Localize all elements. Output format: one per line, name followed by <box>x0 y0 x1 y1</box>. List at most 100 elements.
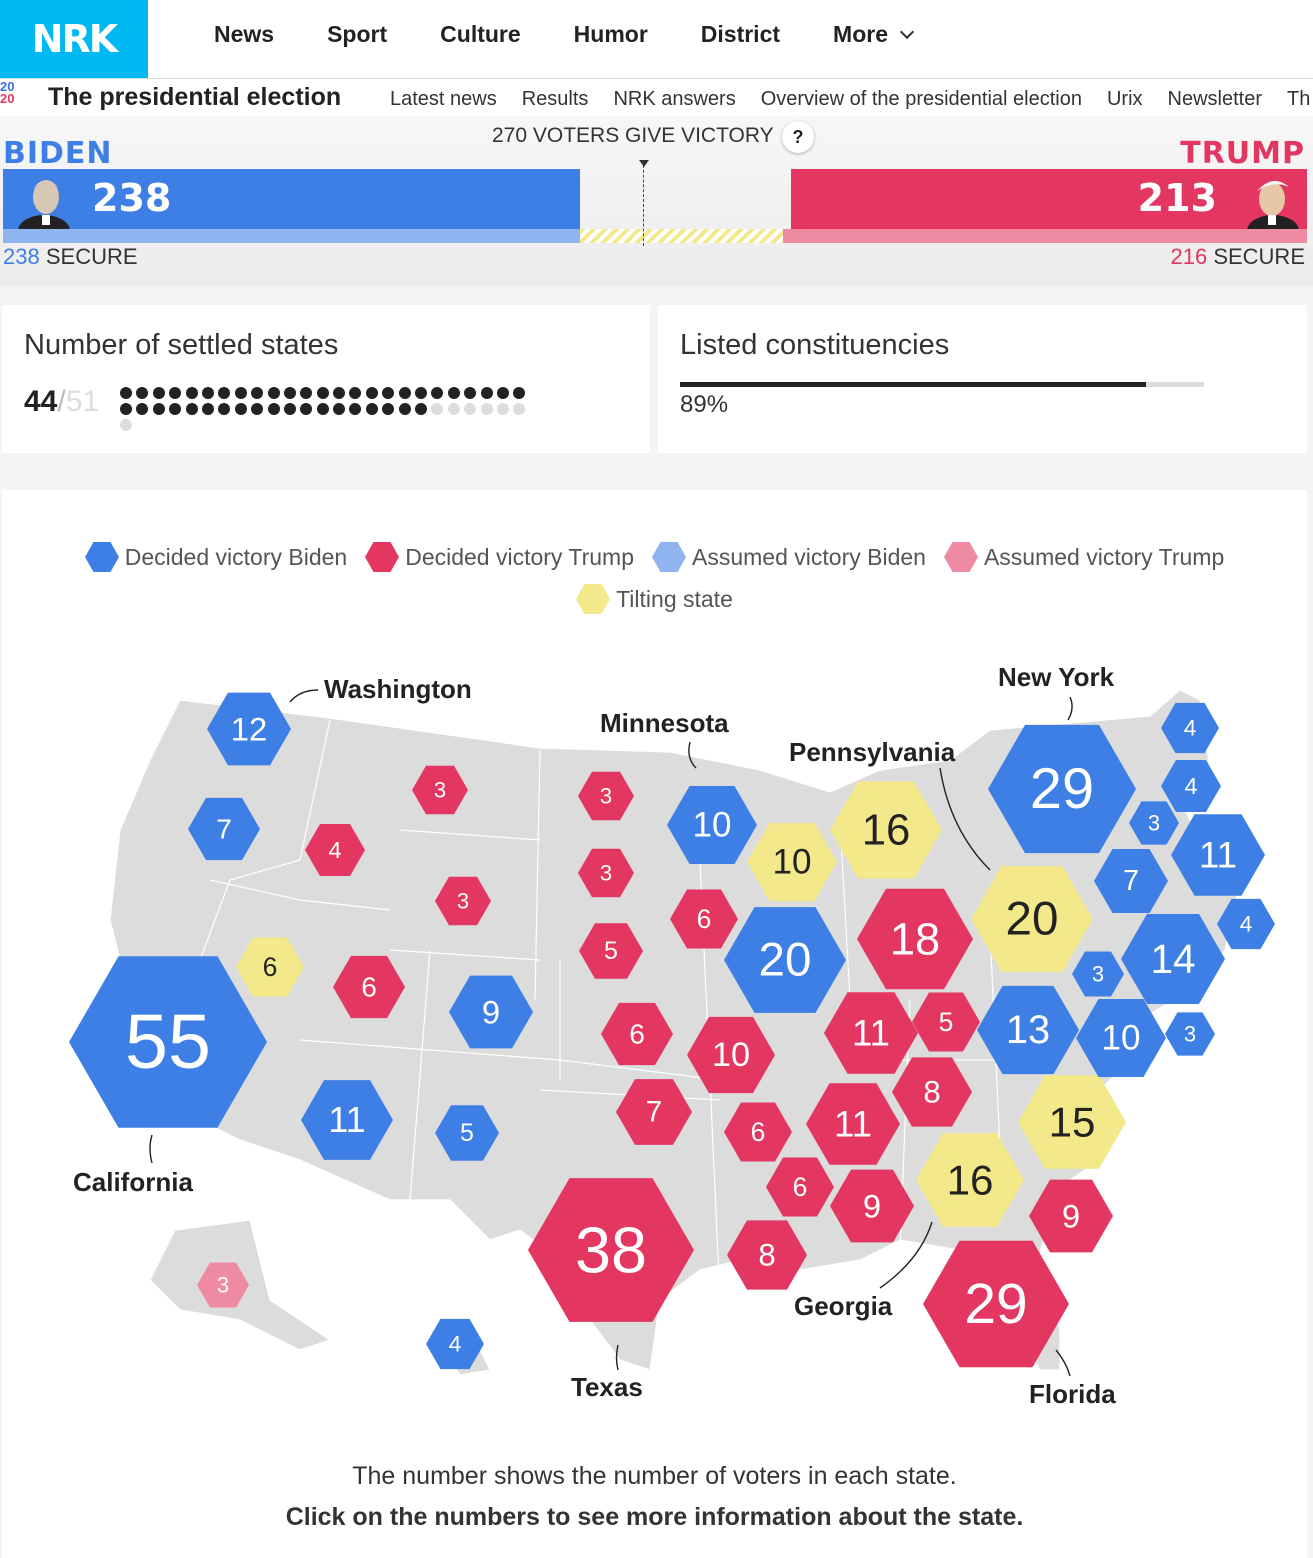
nav-district[interactable]: District <box>701 21 780 48</box>
settled-state-dot <box>300 403 313 415</box>
nav-culture[interactable]: Culture <box>440 21 521 48</box>
state-name-label: Pennsylvania <box>789 737 956 767</box>
settled-state-dot <box>218 387 231 399</box>
settled-state-dot <box>365 387 378 399</box>
state-name-label: New York <box>998 662 1115 692</box>
settled-state-dot <box>316 403 329 415</box>
undecided-stripe <box>579 229 784 243</box>
state-votes-label: 10 <box>692 806 731 845</box>
state-votes-label: 4 <box>1240 912 1253 937</box>
nrk-logo[interactable]: NRK <box>0 0 148 78</box>
state-votes-label: 10 <box>772 843 811 882</box>
state-votes-label: 3 <box>1184 1022 1196 1047</box>
settled-states-card: Number of settled states 44/51 <box>2 305 650 453</box>
state-votes-label: 4 <box>1184 773 1197 799</box>
state-votes-label: 12 <box>231 711 267 748</box>
settled-state-dot <box>464 387 477 399</box>
trump-name: TRUMP <box>1180 136 1305 171</box>
state-votes-label: 11 <box>328 1100 365 1140</box>
settled-states-dots <box>120 387 540 431</box>
settled-state-dot <box>283 387 296 399</box>
settled-state-dot <box>120 419 132 431</box>
biden-votes-bar <box>3 169 580 229</box>
state-name-label: Washington <box>324 674 472 704</box>
biden-portrait <box>14 169 74 229</box>
subnav-results[interactable]: Results <box>522 88 589 111</box>
state-name-label: Minnesota <box>600 708 729 738</box>
settled-state-dot <box>234 403 247 415</box>
settled-state-dot <box>185 403 198 415</box>
state-votes-label: 18 <box>890 914 940 965</box>
nav-more-button[interactable]: More <box>833 20 915 48</box>
trump-secure-bar <box>783 229 1307 243</box>
state-hexagon[interactable]: 3 <box>1165 1012 1215 1056</box>
settled-state-dot <box>251 387 264 399</box>
settled-state-dot <box>300 387 313 399</box>
settled-state-dot <box>398 403 411 415</box>
subnav-newsletter[interactable]: Newsletter <box>1168 88 1262 111</box>
nav-humor[interactable]: Humor <box>574 21 648 48</box>
state-votes-label: 11 <box>852 1013 890 1054</box>
settled-state-dot <box>349 403 362 415</box>
settled-state-dot <box>152 403 165 415</box>
settled-state-dot <box>431 403 444 415</box>
election-subnav: 20 20 The presidential election Latest ne… <box>0 78 1313 116</box>
settled-state-dot <box>283 403 296 415</box>
subnav-overview[interactable]: Overview of the presidential election <box>761 88 1082 111</box>
settled-state-dot <box>415 387 428 399</box>
us-hex-map: 1275564336911 53356738106102010668161811 5… <box>69 662 1275 1409</box>
subnav-latest-news[interactable]: Latest news <box>390 88 497 111</box>
settled-state-dot <box>251 403 264 415</box>
subnav-urix[interactable]: Urix <box>1107 88 1143 111</box>
trump-secure: 216 SECURE <box>1170 244 1305 269</box>
state-votes-label: 7 <box>216 814 232 845</box>
biden-secure-bar <box>3 229 580 243</box>
election-title[interactable]: The presidential election <box>48 83 341 112</box>
trump-votes-bar <box>790 169 1307 229</box>
help-button[interactable]: ? <box>782 121 814 153</box>
biden-votes-count: 238 <box>92 176 172 220</box>
settled-states-count: 44/51 <box>24 385 100 418</box>
state-votes-label: 11 <box>834 1104 872 1145</box>
nav-more-label: More <box>833 20 888 47</box>
settled-states-title: Number of settled states <box>24 329 339 361</box>
settled-state-dot <box>513 403 526 415</box>
threshold-line <box>643 160 645 246</box>
state-votes-label: 29 <box>1030 757 1094 821</box>
state-votes-label: 6 <box>793 1172 808 1202</box>
state-votes-label: 3 <box>600 784 612 809</box>
subnav-more-truncated[interactable]: Th <box>1287 88 1310 111</box>
state-votes-label: 3 <box>1148 811 1160 836</box>
settled-state-dot <box>316 387 329 399</box>
settled-state-dot <box>169 387 182 399</box>
state-votes-label: 9 <box>482 994 500 1031</box>
settled-state-dot <box>333 387 346 399</box>
map-note: The number shows the number of voters in… <box>352 1462 957 1490</box>
counted-districts-card: Listed constituencies 89% <box>658 305 1307 453</box>
state-votes-label: 14 <box>1150 936 1195 982</box>
settled-state-dot <box>447 403 460 415</box>
settled-state-dot <box>513 387 526 399</box>
settled-state-dot <box>447 387 460 399</box>
nav-news[interactable]: News <box>214 21 274 48</box>
state-votes-label: 4 <box>328 837 341 863</box>
state-votes-label: 15 <box>1049 1099 1096 1146</box>
nav-sport[interactable]: Sport <box>327 21 387 48</box>
state-votes-label: 3 <box>434 778 446 803</box>
state-votes-label: 13 <box>1006 1008 1050 1052</box>
state-votes-label: 6 <box>751 1117 766 1147</box>
state-votes-label: 3 <box>1092 962 1104 987</box>
state-votes-label: 9 <box>863 1188 881 1225</box>
settled-state-dot <box>365 403 378 415</box>
subnav-nrk-answers[interactable]: NRK answers <box>613 88 735 111</box>
counted-districts-title: Listed constituencies <box>680 329 950 361</box>
state-votes-label: 8 <box>923 1075 940 1110</box>
state-votes-label: 6 <box>263 952 278 982</box>
state-votes-label: 7 <box>1123 865 1139 897</box>
state-name-label: California <box>73 1167 193 1197</box>
state-votes-label: 16 <box>862 806 911 855</box>
victory-threshold-label: 270 VOTERS GIVE VICTORY <box>492 124 774 147</box>
settled-state-dot <box>382 387 395 399</box>
settled-state-dot <box>185 387 198 399</box>
state-votes-label: 9 <box>1062 1198 1080 1235</box>
